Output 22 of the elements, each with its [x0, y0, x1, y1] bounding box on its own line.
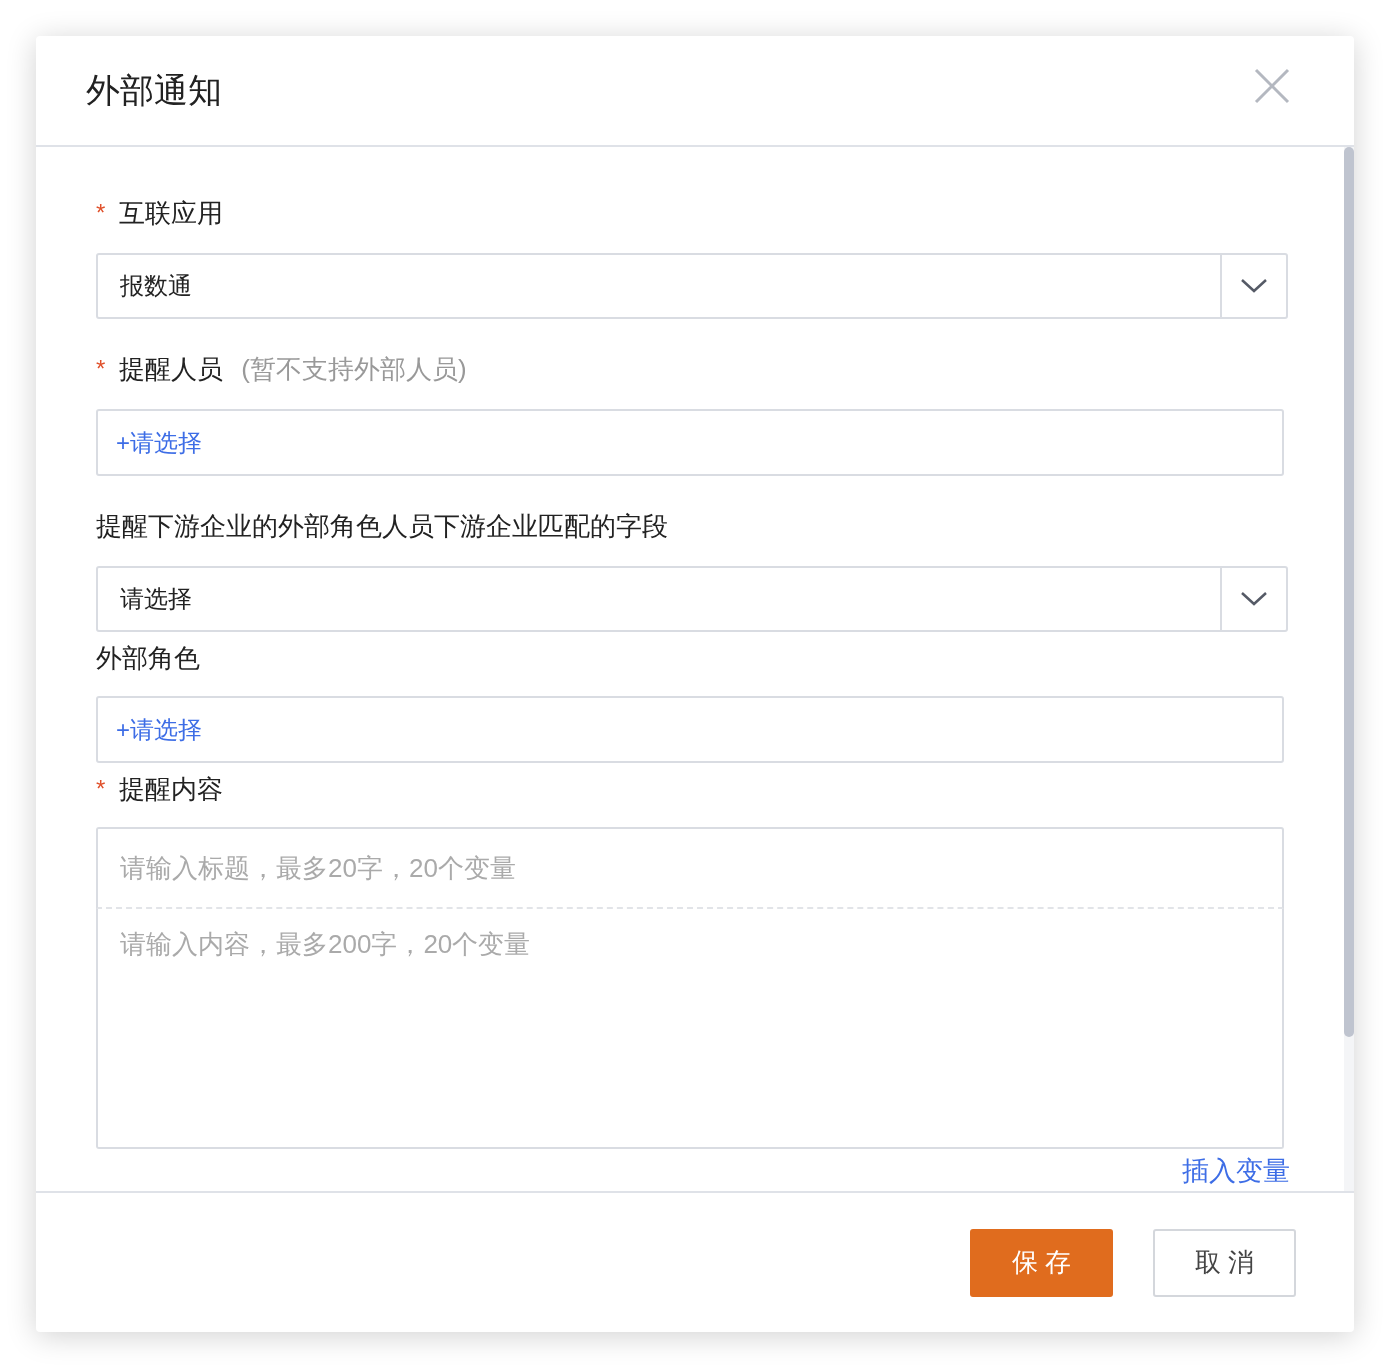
content-input-field[interactable]: 请输入内容，最多200字，20个变量 [96, 909, 1284, 1149]
field-label: 提醒下游企业的外部角色人员下游企业匹配的字段 [96, 509, 668, 543]
required-marker: * [96, 775, 106, 803]
close-icon[interactable] [1254, 67, 1290, 104]
select-link[interactable]: +请选择 [116, 713, 202, 746]
field-label: 提醒内容 [119, 772, 224, 806]
field-label: 外部角色 [96, 641, 200, 675]
field-label: 互联应用 [119, 196, 224, 230]
dropdown-field[interactable]: 请选择 [96, 566, 1288, 632]
dialog-title: 外部通知 [86, 69, 222, 111]
required-marker: * [96, 199, 106, 227]
save-button[interactable]: 保 存 [970, 1228, 1113, 1297]
cancel-button[interactable]: 取 消 [1153, 1228, 1296, 1297]
title-input-field[interactable]: 请输入标题，最多20字，20个变量 [96, 827, 1284, 909]
chevron-down-icon [1240, 278, 1268, 294]
field-label: 提醒人员 [119, 352, 224, 386]
chevron-down-icon [1240, 591, 1268, 607]
select-link[interactable]: +请选择 [116, 426, 202, 459]
required-marker: * [96, 355, 106, 383]
dropdown-field[interactable]: 报数通 [96, 253, 1288, 319]
field-note: (暂不支持外部人员) [241, 352, 467, 386]
insert-variable-link[interactable]: 插入变量 [1182, 1155, 1290, 1187]
